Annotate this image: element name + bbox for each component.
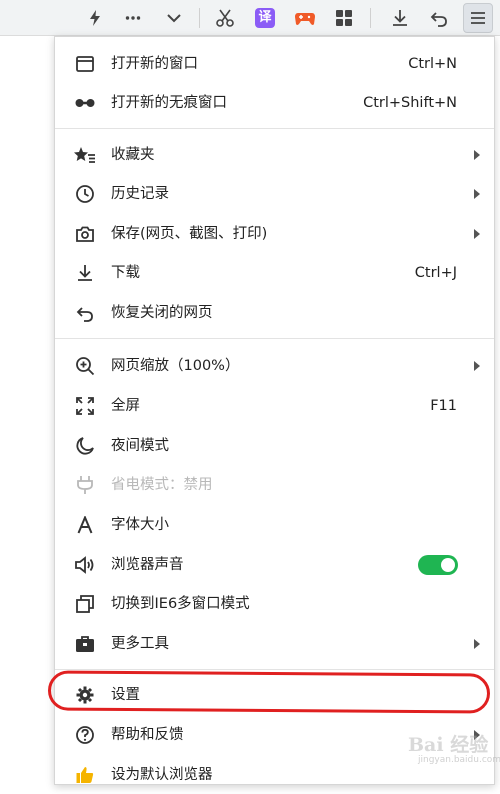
menu-item-history[interactable]: 历史记录	[55, 175, 494, 213]
camera-icon	[74, 223, 96, 245]
download-icon[interactable]	[385, 3, 415, 33]
menu-item-label: 设为默认浏览器	[111, 767, 213, 783]
menu-item-label: 历史记录	[111, 186, 169, 202]
thumbs-up-icon	[74, 764, 96, 786]
toolbar-divider	[199, 8, 200, 28]
game-icon[interactable]	[290, 3, 320, 33]
toolbar-divider	[370, 8, 371, 28]
menu-item-browser-sound[interactable]: 浏览器声音	[55, 546, 494, 584]
menu-item-more-tools[interactable]: 更多工具	[55, 625, 494, 663]
menu-item-label: 收藏夹	[111, 147, 155, 163]
menu-item-shortcut: Ctrl+J	[414, 265, 457, 281]
watermark: Bai 经验	[408, 734, 489, 756]
chevron-down-icon[interactable]	[159, 3, 189, 33]
sound-toggle[interactable]	[418, 555, 458, 575]
translate-glyph: 译	[255, 8, 275, 28]
menu-item-fullscreen[interactable]: 全屏 F11	[55, 387, 494, 425]
menu-item-label: 更多工具	[111, 636, 169, 652]
incognito-icon	[74, 92, 96, 114]
submenu-arrow-icon	[474, 150, 480, 160]
star-list-icon	[74, 144, 96, 166]
undo-icon	[74, 302, 96, 324]
menu-divider	[55, 128, 494, 129]
window-icon	[74, 53, 96, 75]
menu-item-label: 下载	[111, 265, 140, 281]
menu-item-ie6-mode[interactable]: 切换到IE6多窗口模式	[55, 585, 494, 623]
clock-icon	[74, 183, 96, 205]
menu-divider	[55, 669, 494, 670]
menu-item-font-size[interactable]: 字体大小	[55, 506, 494, 544]
menu-item-save[interactable]: 保存(网页、截图、打印)	[55, 215, 494, 253]
menu-divider	[55, 338, 494, 339]
menu-item-power-saving: 省电模式：禁用	[55, 466, 494, 504]
undo-icon[interactable]	[424, 3, 454, 33]
windows-stack-icon	[74, 593, 96, 615]
menu-item-shortcut: F11	[430, 398, 457, 414]
menu-item-label: 省电模式：禁用	[111, 477, 213, 493]
submenu-arrow-icon	[474, 229, 480, 239]
scissors-icon[interactable]	[210, 3, 240, 33]
download-icon	[74, 262, 96, 284]
translate-icon[interactable]: 译	[250, 3, 280, 33]
menu-item-favorites[interactable]: 收藏夹	[55, 136, 494, 174]
apps-grid-icon[interactable]	[329, 3, 359, 33]
browser-toolbar: 译	[0, 0, 500, 36]
menu-item-shortcut: Ctrl+N	[408, 56, 457, 72]
menu-item-shortcut: Ctrl+Shift+N	[363, 95, 457, 111]
menu-item-label: 打开新的无痕窗口	[111, 95, 227, 111]
plug-icon	[74, 474, 96, 496]
fullscreen-icon	[74, 395, 96, 417]
submenu-arrow-icon	[474, 639, 480, 649]
zoom-in-icon	[74, 355, 96, 377]
lightning-icon[interactable]	[80, 3, 110, 33]
moon-icon	[74, 435, 96, 457]
font-icon	[74, 514, 96, 536]
menu-item-label: 恢复关闭的网页	[111, 305, 213, 321]
watermark-url: jingyan.baidu.com	[418, 755, 500, 765]
menu-item-label: 浏览器声音	[111, 557, 184, 573]
help-icon	[74, 724, 96, 746]
menu-item-open-incognito[interactable]: 打开新的无痕窗口 Ctrl+Shift+N	[55, 84, 494, 122]
menu-item-label: 夜间模式	[111, 438, 169, 454]
menu-item-downloads[interactable]: 下载 Ctrl+J	[55, 254, 494, 292]
annotation-highlight-ring	[47, 670, 491, 714]
menu-item-open-window[interactable]: 打开新的窗口 Ctrl+N	[55, 45, 494, 83]
menu-icon[interactable]	[463, 3, 493, 33]
menu-item-label: 打开新的窗口	[111, 56, 198, 72]
submenu-arrow-icon	[474, 189, 480, 199]
menu-item-restore-closed[interactable]: 恢复关闭的网页	[55, 294, 494, 332]
menu-item-label: 字体大小	[111, 517, 169, 533]
menu-item-label: 切换到IE6多窗口模式	[111, 596, 250, 612]
menu-item-label: 保存(网页、截图、打印)	[111, 226, 268, 242]
toolbox-icon	[74, 633, 96, 655]
menu-item-label: 全屏	[111, 398, 140, 414]
menu-item-label: 帮助和反馈	[111, 727, 184, 743]
more-icon[interactable]	[118, 3, 148, 33]
menu-item-label: 网页缩放（100%）	[111, 358, 240, 374]
menu-item-night-mode[interactable]: 夜间模式	[55, 427, 494, 465]
submenu-arrow-icon	[474, 361, 480, 371]
menu-item-zoom[interactable]: 网页缩放（100%）	[55, 347, 494, 385]
speaker-icon	[74, 554, 96, 576]
